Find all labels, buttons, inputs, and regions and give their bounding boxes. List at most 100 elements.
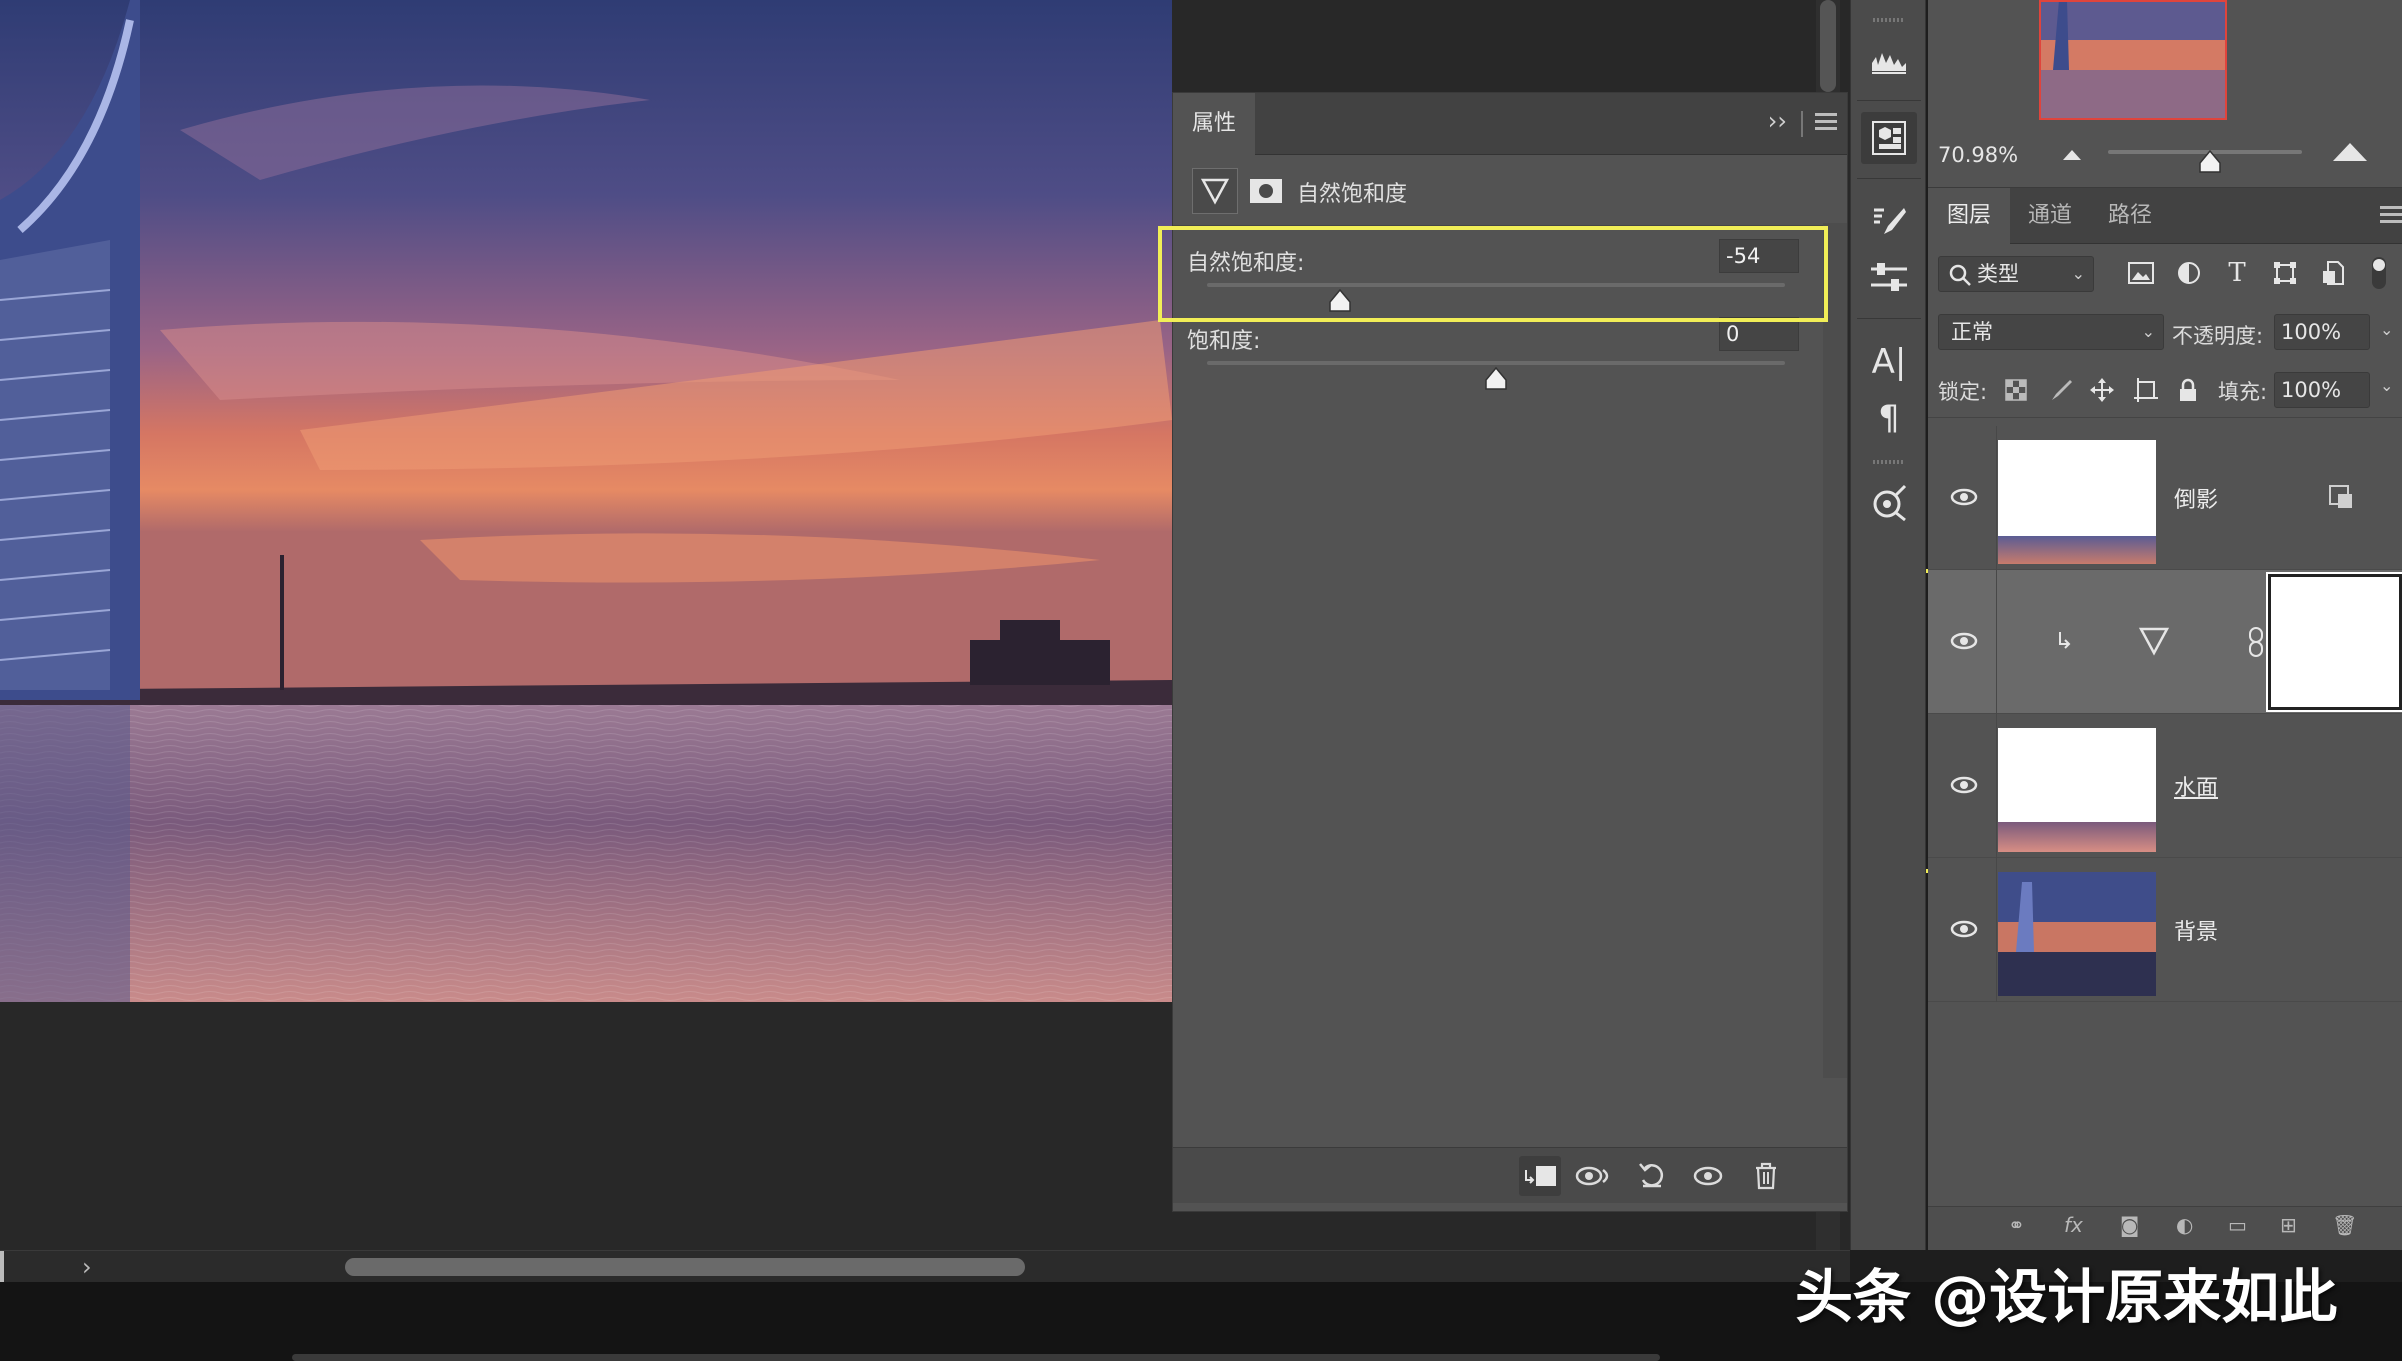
visibility-eye-icon[interactable] (1950, 774, 1978, 796)
new-layer-icon[interactable]: ⊞ (2280, 1213, 2297, 1237)
layer-row[interactable]: 水面 (1928, 714, 2402, 858)
layer-thumbnail[interactable] (1998, 728, 2156, 852)
layer-row[interactable] (1928, 570, 2402, 714)
saturation-slider-handle[interactable] (1484, 367, 1508, 391)
opacity-value: 100% (2281, 320, 2342, 344)
layer-row[interactable]: 倒影 (1928, 426, 2402, 570)
vibrance-adjustment-icon[interactable] (2138, 626, 2170, 656)
layer-name[interactable]: 水面 (2174, 770, 2218, 802)
smart-object-icon (2329, 485, 2352, 508)
search-icon (1949, 264, 1971, 286)
zoom-slider-handle[interactable] (2198, 150, 2222, 174)
tab-properties[interactable]: 属性 (1173, 93, 1255, 155)
trash-icon[interactable] (1745, 1156, 1787, 1196)
saturation-label: 饱和度: (1187, 329, 1261, 354)
filter-type-icon[interactable]: T (2222, 258, 2252, 288)
3d-layer-icon[interactable] (1861, 112, 1917, 164)
scroll-thumb[interactable] (1820, 0, 1836, 92)
new-group-icon[interactable]: ▭ (2228, 1213, 2247, 1237)
fx-icon[interactable]: fx (2064, 1213, 2083, 1237)
layer-thumbnail[interactable] (1998, 872, 2156, 996)
document-image[interactable] (0, 0, 1172, 1002)
zoom-in-icon[interactable] (2333, 143, 2367, 161)
visibility-eye-icon[interactable] (1687, 1156, 1729, 1196)
chevron-right-icon[interactable]: › (82, 1253, 92, 1281)
saturation-value-field[interactable]: 0 (1719, 317, 1799, 351)
vibrance-label: 自然饱和度: (1187, 251, 1305, 276)
blend-mode-select[interactable]: 正常 ⌄ (1938, 314, 2164, 350)
vibrance-slider-track[interactable] (1207, 283, 1785, 287)
visibility-eye-icon[interactable] (1950, 486, 1978, 508)
layer-mask-thumbnail[interactable] (2266, 572, 2402, 712)
lock-transparency-icon[interactable] (2002, 376, 2030, 404)
saturation-slider-row: 饱和度: 0 (1173, 317, 1847, 401)
add-mask-icon[interactable]: ◙ (2120, 1213, 2139, 1237)
vibrance-slider-row: 自然饱和度: -54 (1173, 239, 1847, 323)
link-layers-icon[interactable]: ⚭ (2008, 1213, 2025, 1237)
trash-icon[interactable]: 🗑 (2332, 1213, 2357, 1237)
layer-name[interactable]: 倒影 (2174, 482, 2218, 514)
layer-thumbnail[interactable] (1998, 440, 2156, 564)
reset-adjustment-icon[interactable] (1631, 1156, 1673, 1196)
vibrance-adjustment-icon[interactable] (1192, 168, 1238, 214)
navigator-preview[interactable] (2039, 0, 2227, 120)
collapse-panel-icon[interactable]: ›› (1768, 107, 1787, 135)
fill-field[interactable]: 100% (2274, 372, 2370, 408)
separator (1801, 111, 1803, 137)
lock-row: 锁定: 填充: 100% ⌄ (1928, 360, 2402, 418)
tab-layers[interactable]: 图层 (1928, 188, 2010, 244)
canvas-horizontal-scrollbar[interactable]: › (0, 1250, 1850, 1283)
layers-footer: ⚭ fx ◙ ◐ ▭ ⊞ 🗑 (1928, 1206, 2402, 1250)
ship (970, 640, 1110, 685)
filter-shape-icon[interactable] (2270, 258, 2300, 288)
panel-menu-icon[interactable] (1815, 113, 1837, 131)
properties-footer (1173, 1147, 1847, 1203)
grip[interactable] (1873, 460, 1905, 464)
blend-row: 正常 ⌄ 不透明度: 100% ⌄ (1928, 302, 2402, 360)
zoom-out-icon[interactable] (2062, 147, 2082, 161)
visibility-eye-icon[interactable] (1950, 630, 1978, 652)
vibrance-value-field[interactable]: -54 (1719, 239, 1799, 273)
grip[interactable] (1873, 18, 1905, 22)
layer-name[interactable]: 背景 (2174, 914, 2218, 946)
filter-pixel-icon[interactable] (2126, 258, 2156, 288)
tab-channels[interactable]: 通道 (2010, 188, 2090, 244)
filter-adjustment-icon[interactable] (2174, 258, 2204, 288)
saturation-slider-track[interactable] (1207, 361, 1785, 365)
opacity-field[interactable]: 100% (2274, 314, 2370, 350)
chevron-down-icon: ⌄ (2071, 264, 2085, 283)
chevron-down-icon[interactable]: ⌄ (2380, 320, 2393, 339)
chevron-down-icon[interactable]: ⌄ (2380, 376, 2393, 395)
scroll-thumb[interactable] (345, 1258, 1025, 1276)
filter-toggle-icon[interactable] (2364, 257, 2394, 289)
visibility-eye-icon[interactable] (1950, 918, 1978, 940)
histogram-icon[interactable] (1861, 34, 1917, 86)
dock (292, 1354, 1660, 1361)
zoom-level[interactable]: 70.98% (1938, 143, 2018, 167)
layer-row[interactable]: 背景 (1928, 858, 2402, 1002)
layers-panel: 图层 通道 路径 类型 ⌄ T 正常 ⌄ 不透明度: 100% ⌄ 锁定: 填充… (1928, 188, 2402, 1250)
lock-position-icon[interactable] (2088, 376, 2116, 404)
lock-all-icon[interactable] (2174, 376, 2202, 404)
vibrance-slider-handle[interactable] (1328, 289, 1352, 313)
panel-scrollbar[interactable] (1823, 223, 1847, 1078)
link-icon[interactable] (2246, 626, 2266, 658)
paragraph-icon[interactable]: ¶ (1861, 392, 1917, 444)
layer-filter-select[interactable]: 类型 ⌄ (1938, 256, 2094, 292)
glyph-paths-icon[interactable] (1861, 476, 1917, 528)
panel-menu-icon[interactable] (2380, 206, 2402, 224)
brush-settings-icon[interactable] (1861, 196, 1917, 248)
clip-to-layer-button[interactable] (1519, 1156, 1561, 1196)
character-icon[interactable]: A| (1861, 336, 1917, 388)
filter-smart-object-icon[interactable] (2318, 258, 2348, 288)
view-previous-state-icon[interactable] (1573, 1156, 1615, 1196)
new-adjustment-icon[interactable]: ◐ (2176, 1213, 2193, 1237)
watermark: 头条 @设计原来如此 (1795, 1263, 2338, 1331)
lock-artboard-icon[interactable] (2132, 376, 2160, 404)
properties-tabbar: 属性 ›› (1173, 93, 1847, 155)
tab-paths[interactable]: 路径 (2090, 188, 2170, 244)
layer-mask-icon[interactable] (1243, 168, 1289, 214)
adjustments-icon[interactable] (1861, 252, 1917, 304)
fill-label: 填充: (2218, 380, 2268, 404)
lock-pixels-icon[interactable] (2046, 376, 2074, 404)
